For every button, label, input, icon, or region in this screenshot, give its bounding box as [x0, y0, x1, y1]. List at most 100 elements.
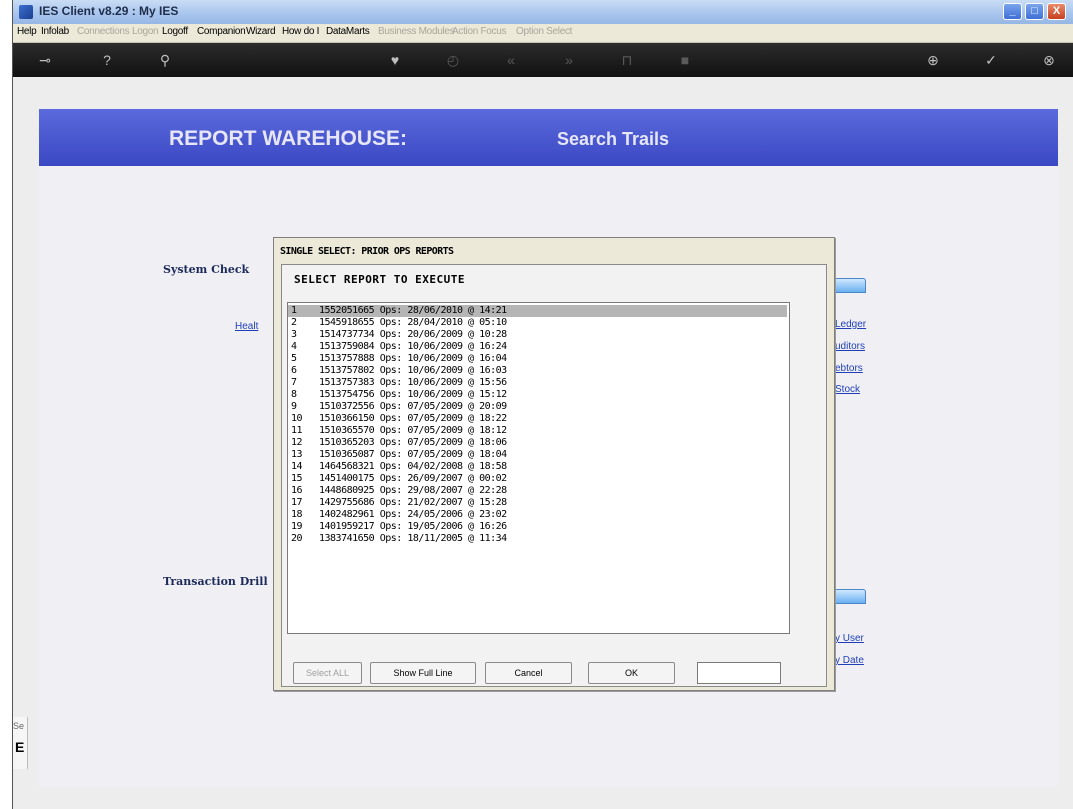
help-icon[interactable]: ? [95, 48, 119, 72]
list-item-number: 1 [291, 305, 297, 316]
list-item-text: 1513759084 Ops: 10/06/2009 @ 16:24 [319, 341, 507, 352]
list-item-text: 1510365087 Ops: 07/05/2009 @ 18:04 [319, 449, 507, 460]
app-logo-icon [19, 5, 33, 19]
side-strip-label: Se [13, 721, 25, 731]
list-item[interactable]: 14 1464568321 Ops: 04/02/2008 @ 18:58 [288, 461, 787, 473]
menu-action-focus[interactable]: Action Focus [452, 26, 507, 37]
link-debtors[interactable]: ebtors [835, 363, 863, 374]
report-listbox[interactable]: 1 1552051665 Ops: 28/06/2010 @ 14:21 2 154… [287, 302, 790, 634]
ok-button[interactable]: OK [588, 662, 675, 684]
link-by-user[interactable]: y User [835, 633, 864, 644]
maximize-button[interactable]: □ [1025, 3, 1044, 20]
list-item[interactable]: 12 1510365203 Ops: 07/05/2009 @ 18:06 [288, 437, 787, 449]
list-item[interactable]: 11 1510365570 Ops: 07/05/2009 @ 18:12 [288, 425, 787, 437]
list-item-text: 1545918655 Ops: 28/04/2010 @ 05:10 [319, 317, 507, 328]
dialog-heading: SELECT REPORT TO EXECUTE [294, 273, 465, 286]
list-item-number: 8 [291, 389, 297, 400]
menu-bar: Help Infolab Connections Logon Logoff Co… [13, 24, 1073, 43]
list-item[interactable]: 13 1510365087 Ops: 07/05/2009 @ 18:04 [288, 449, 787, 461]
clock-icon[interactable]: ◴ [441, 48, 465, 72]
side-search-strip[interactable]: Se E [13, 717, 28, 769]
side-strip-letter: E [15, 739, 25, 755]
menu-datamarts[interactable]: DataMarts [326, 26, 370, 37]
list-item-text: 1402482961 Ops: 24/05/2006 @ 23:02 [319, 509, 507, 520]
list-item[interactable]: 2 1545918655 Ops: 28/04/2010 @ 05:10 [288, 317, 787, 329]
link-by-date[interactable]: y Date [835, 655, 864, 666]
list-item[interactable]: 16 1448680925 Ops: 29/08/2007 @ 22:28 [288, 485, 787, 497]
menu-business-modules[interactable]: Business Modules [378, 26, 455, 37]
list-item[interactable]: 3 1514737734 Ops: 20/06/2009 @ 10:28 [288, 329, 787, 341]
rewind-icon[interactable]: « [499, 48, 523, 72]
menu-how-do-i[interactable]: How do I [282, 26, 319, 37]
menu-connections[interactable]: Connections [77, 26, 130, 37]
list-item-number: 3 [291, 329, 297, 340]
list-item-number: 14 [291, 461, 303, 472]
list-item-text: 1552051665 Ops: 28/06/2010 @ 14:21 [319, 305, 507, 316]
list-item[interactable]: 9 1510372556 Ops: 07/05/2009 @ 20:09 [288, 401, 787, 413]
window-title: IES Client v8.29 : My IES [39, 4, 179, 18]
list-item[interactable]: 4 1513759084 Ops: 10/06/2009 @ 16:24 [288, 341, 787, 353]
stop-icon[interactable]: ■ [673, 48, 697, 72]
check-icon[interactable]: ✓ [979, 48, 1003, 72]
list-item[interactable]: 10 1510366150 Ops: 07/05/2009 @ 18:22 [288, 413, 787, 425]
title-bar[interactable]: IES Client v8.29 : My IES _ □ X [13, 0, 1073, 24]
list-item-number: 20 [291, 533, 303, 544]
list-item[interactable]: 20 1383741650 Ops: 18/11/2005 @ 11:34 [288, 533, 787, 545]
search-input[interactable] [697, 662, 781, 684]
close-icon[interactable]: ⊗ [1037, 48, 1061, 72]
menu-logoff[interactable]: Logoff [162, 26, 188, 37]
link-ledger[interactable]: Ledger [835, 319, 866, 330]
list-item-number: 13 [291, 449, 303, 460]
list-item-number: 15 [291, 473, 303, 484]
list-item[interactable]: 15 1451400175 Ops: 26/09/2007 @ 00:02 [288, 473, 787, 485]
search-icon[interactable]: ⚲ [153, 48, 177, 72]
folder-icon [834, 278, 866, 293]
key-icon[interactable]: ⊸ [33, 48, 57, 72]
dialog-body: SELECT REPORT TO EXECUTE 1 1552051665 Ops… [281, 264, 827, 687]
list-item-text: 1383741650 Ops: 18/11/2005 @ 11:34 [319, 533, 507, 544]
show-full-line-button[interactable]: Show Full Line [370, 662, 476, 684]
menu-logon[interactable]: Logon [132, 26, 159, 37]
close-button[interactable]: X [1047, 3, 1066, 20]
link-health[interactable]: Healt [235, 321, 258, 332]
select-all-button[interactable]: Select ALL [293, 662, 362, 684]
heart-icon[interactable]: ♥ [383, 48, 407, 72]
list-item-number: 16 [291, 485, 303, 496]
list-item-text: 1513757383 Ops: 10/06/2009 @ 15:56 [319, 377, 507, 388]
minimize-button[interactable]: _ [1003, 3, 1022, 20]
menu-option-select[interactable]: Option Select [516, 26, 572, 37]
link-stock[interactable]: Stock [835, 384, 860, 395]
list-item[interactable]: 7 1513757383 Ops: 10/06/2009 @ 15:56 [288, 377, 787, 389]
toolbar: ⊸ ? ⚲ ♥ ◴ « » ⊓ ■ ⊕ ✓ ⊗ [13, 43, 1073, 77]
link-creditors[interactable]: uditors [835, 341, 865, 352]
single-select-dialog: SINGLE SELECT: PRIOR OPS REPORTS SELECT … [273, 237, 835, 691]
list-item[interactable]: 6 1513757802 Ops: 10/06/2009 @ 16:03 [288, 365, 787, 377]
list-item-text: 1429755686 Ops: 21/02/2007 @ 15:28 [319, 497, 507, 508]
list-item-number: 7 [291, 377, 297, 388]
list-item-number: 17 [291, 497, 303, 508]
forward-icon[interactable]: » [557, 48, 581, 72]
pin-icon[interactable]: ⊓ [615, 48, 639, 72]
cancel-button[interactable]: Cancel [485, 662, 572, 684]
list-item-text: 1510366150 Ops: 07/05/2009 @ 18:22 [319, 413, 507, 424]
list-item[interactable]: 18 1402482961 Ops: 24/05/2006 @ 23:02 [288, 509, 787, 521]
menu-wizard[interactable]: Wizard [246, 26, 276, 37]
page-banner: REPORT WAREHOUSE: Search Trails [39, 109, 1058, 166]
menu-companion[interactable]: Companion [197, 26, 246, 37]
plus-icon[interactable]: ⊕ [921, 48, 945, 72]
list-item-number: 19 [291, 521, 303, 532]
list-item-number: 10 [291, 413, 303, 424]
list-item-number: 6 [291, 365, 297, 376]
list-item[interactable]: 19 1401959217 Ops: 19/05/2006 @ 16:26 [288, 521, 787, 533]
list-item[interactable]: 8 1513754756 Ops: 10/06/2009 @ 15:12 [288, 389, 787, 401]
list-item-text: 1510372556 Ops: 07/05/2009 @ 20:09 [319, 401, 507, 412]
list-item[interactable]: 1 1552051665 Ops: 28/06/2010 @ 14:21 [288, 305, 787, 317]
list-item-number: 18 [291, 509, 303, 520]
list-item[interactable]: 5 1513757888 Ops: 10/06/2009 @ 16:04 [288, 353, 787, 365]
menu-infolab[interactable]: Infolab [41, 26, 69, 37]
menu-help[interactable]: Help [17, 26, 37, 37]
list-item-number: 11 [291, 425, 303, 436]
list-item-number: 9 [291, 401, 297, 412]
list-item[interactable]: 17 1429755686 Ops: 21/02/2007 @ 15:28 [288, 497, 787, 509]
list-item-number: 4 [291, 341, 297, 352]
